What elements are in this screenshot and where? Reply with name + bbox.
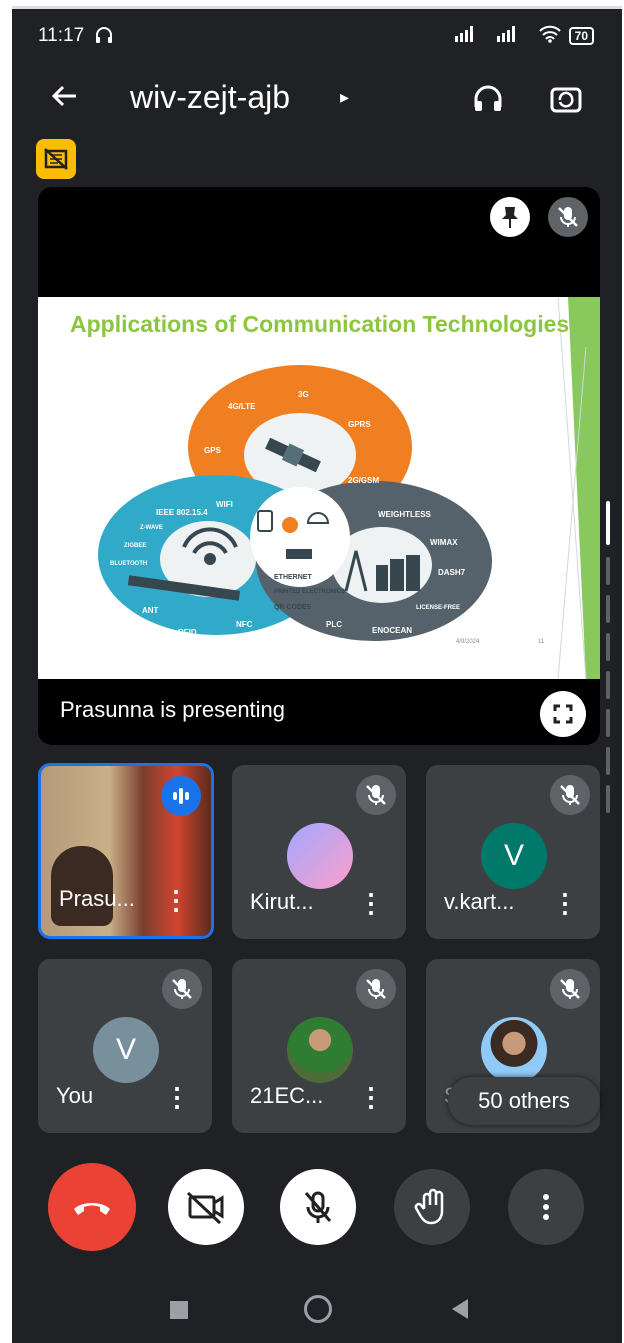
more-vert-icon[interactable]: ⋮ xyxy=(163,885,189,916)
participant-name: You xyxy=(56,1083,94,1108)
scroll-track xyxy=(606,747,610,775)
switch-camera-button[interactable] xyxy=(548,81,584,122)
mic-off-icon xyxy=(356,775,396,815)
camera-toggle-button[interactable] xyxy=(168,1169,244,1245)
participant-tile[interactable]: V You ⋮ xyxy=(38,959,212,1133)
avatar: V xyxy=(93,1017,159,1083)
diagram-label: BLUETOOTH xyxy=(110,561,147,567)
diagram-label: 2G/GSM xyxy=(348,476,379,485)
back-nav-icon[interactable] xyxy=(452,1299,468,1319)
slide-number: 11 xyxy=(538,639,545,645)
diagram-label: DASH7 xyxy=(438,568,466,577)
more-vert-icon[interactable]: ⋮ xyxy=(552,888,578,919)
raise-hand-icon xyxy=(414,1188,444,1225)
participant-tile[interactable]: Kirut... ⋮ xyxy=(232,765,406,939)
slide-date: 4/9/2024 xyxy=(456,639,480,645)
scroll-track xyxy=(606,785,610,813)
shared-slide: Applications of Communication Technologi… xyxy=(38,297,600,679)
meet-screen: 11:17 70 wiv-zejt-ajb ▸ Applications of … xyxy=(12,6,622,1343)
participant-name: v.kart... xyxy=(444,889,515,914)
fullscreen-icon[interactable] xyxy=(540,691,586,737)
diagram-label: NFC xyxy=(236,620,253,629)
signal-icon xyxy=(454,26,489,45)
diagram-label: PLC xyxy=(326,620,342,629)
status-bar: 11:17 70 xyxy=(12,21,622,51)
headphone-status-icon xyxy=(94,25,114,51)
avatar xyxy=(287,823,353,889)
slide-title: Applications of Communication Technologi… xyxy=(70,311,570,337)
avatar xyxy=(287,1017,353,1083)
status-time: 11:17 xyxy=(38,25,85,46)
more-options-button[interactable] xyxy=(508,1169,584,1245)
diagram-label: GPS xyxy=(204,446,222,455)
scroll-track xyxy=(606,709,610,737)
recents-icon[interactable] xyxy=(170,1301,188,1319)
wifi-icon xyxy=(538,25,561,46)
presenting-label: Prasunna is presenting xyxy=(60,697,286,722)
diagram-label: LICENSE-FREE xyxy=(416,605,460,611)
diagram-label: QR CODES xyxy=(274,604,312,611)
diagram-label: ETHERNET xyxy=(274,574,312,581)
presentation-tile[interactable]: Applications of Communication Technologi… xyxy=(38,187,600,745)
system-nav-bar xyxy=(12,1281,622,1341)
diagram-label: 3G xyxy=(298,390,309,399)
more-vert-icon xyxy=(543,1194,549,1220)
diagram-label: WEIGHTLESS xyxy=(378,510,432,519)
scroll-indicator[interactable] xyxy=(606,501,610,545)
diagram-label: Z-WAVE xyxy=(140,525,163,531)
signal-icon-2 xyxy=(496,26,531,45)
diagram-label: ANT xyxy=(142,606,159,615)
mic-off-icon xyxy=(548,197,588,237)
diagram-label: WIFI xyxy=(216,500,233,509)
caret-right-icon[interactable]: ▸ xyxy=(340,87,349,108)
meeting-code[interactable]: wiv-zejt-ajb xyxy=(130,79,290,116)
diagram-label: ENOCEAN xyxy=(372,626,412,635)
scroll-track xyxy=(606,557,610,585)
participant-name: 21EC... xyxy=(250,1083,324,1108)
mic-off-icon xyxy=(550,969,590,1009)
meeting-header: wiv-zejt-ajb ▸ xyxy=(12,73,622,129)
participant-name: Kirut... xyxy=(250,889,314,914)
avatar: V xyxy=(481,823,547,889)
mic-off-icon xyxy=(304,1191,332,1223)
no-video-warning-icon[interactable] xyxy=(36,139,76,179)
others-count-button[interactable]: 50 others xyxy=(448,1077,600,1125)
diagram-label: RFID xyxy=(178,628,197,637)
end-call-icon xyxy=(74,1203,110,1215)
diagram-label: 4G/LTE xyxy=(228,402,256,411)
participant-name: Prasu... xyxy=(59,886,135,911)
diagram-label: GPRS xyxy=(348,420,371,429)
audio-output-button[interactable] xyxy=(470,81,506,122)
scroll-track xyxy=(606,671,610,699)
raise-hand-button[interactable] xyxy=(394,1169,470,1245)
scroll-track xyxy=(606,595,610,623)
diagram-label: ZIGBEE xyxy=(124,543,146,549)
end-call-button[interactable] xyxy=(48,1163,136,1251)
participant-tile[interactable]: Prasu... ⋮ xyxy=(38,763,214,939)
participant-tile[interactable]: V v.kart... ⋮ xyxy=(426,765,600,939)
communication-technologies-diagram: 4G/LTE 3G GPRS GPS 2G/GSM IEEE 802.15.4 … xyxy=(98,297,600,679)
avatar xyxy=(481,1017,547,1083)
status-icons: 70 xyxy=(454,25,594,46)
home-icon[interactable] xyxy=(304,1295,332,1323)
mic-toggle-button[interactable] xyxy=(280,1169,356,1245)
pin-icon[interactable] xyxy=(490,197,530,237)
diagram-label: PRINTED ELECTRONICS xyxy=(274,589,345,595)
speaking-indicator-icon xyxy=(161,776,201,816)
mic-off-icon xyxy=(162,969,202,1009)
more-vert-icon[interactable]: ⋮ xyxy=(358,888,384,919)
mic-off-icon xyxy=(356,969,396,1009)
diagram-label: IEEE 802.15.4 xyxy=(156,508,208,517)
more-vert-icon[interactable]: ⋮ xyxy=(164,1082,190,1113)
battery-indicator: 70 xyxy=(568,26,594,45)
more-vert-icon[interactable]: ⋮ xyxy=(358,1082,384,1113)
participant-tile[interactable]: 21EC... ⋮ xyxy=(232,959,406,1133)
scroll-track xyxy=(606,633,610,661)
mic-off-icon xyxy=(550,775,590,815)
diagram-label: WIMAX xyxy=(430,538,458,547)
back-arrow-icon[interactable] xyxy=(50,81,80,117)
camera-off-icon xyxy=(186,1191,224,1225)
